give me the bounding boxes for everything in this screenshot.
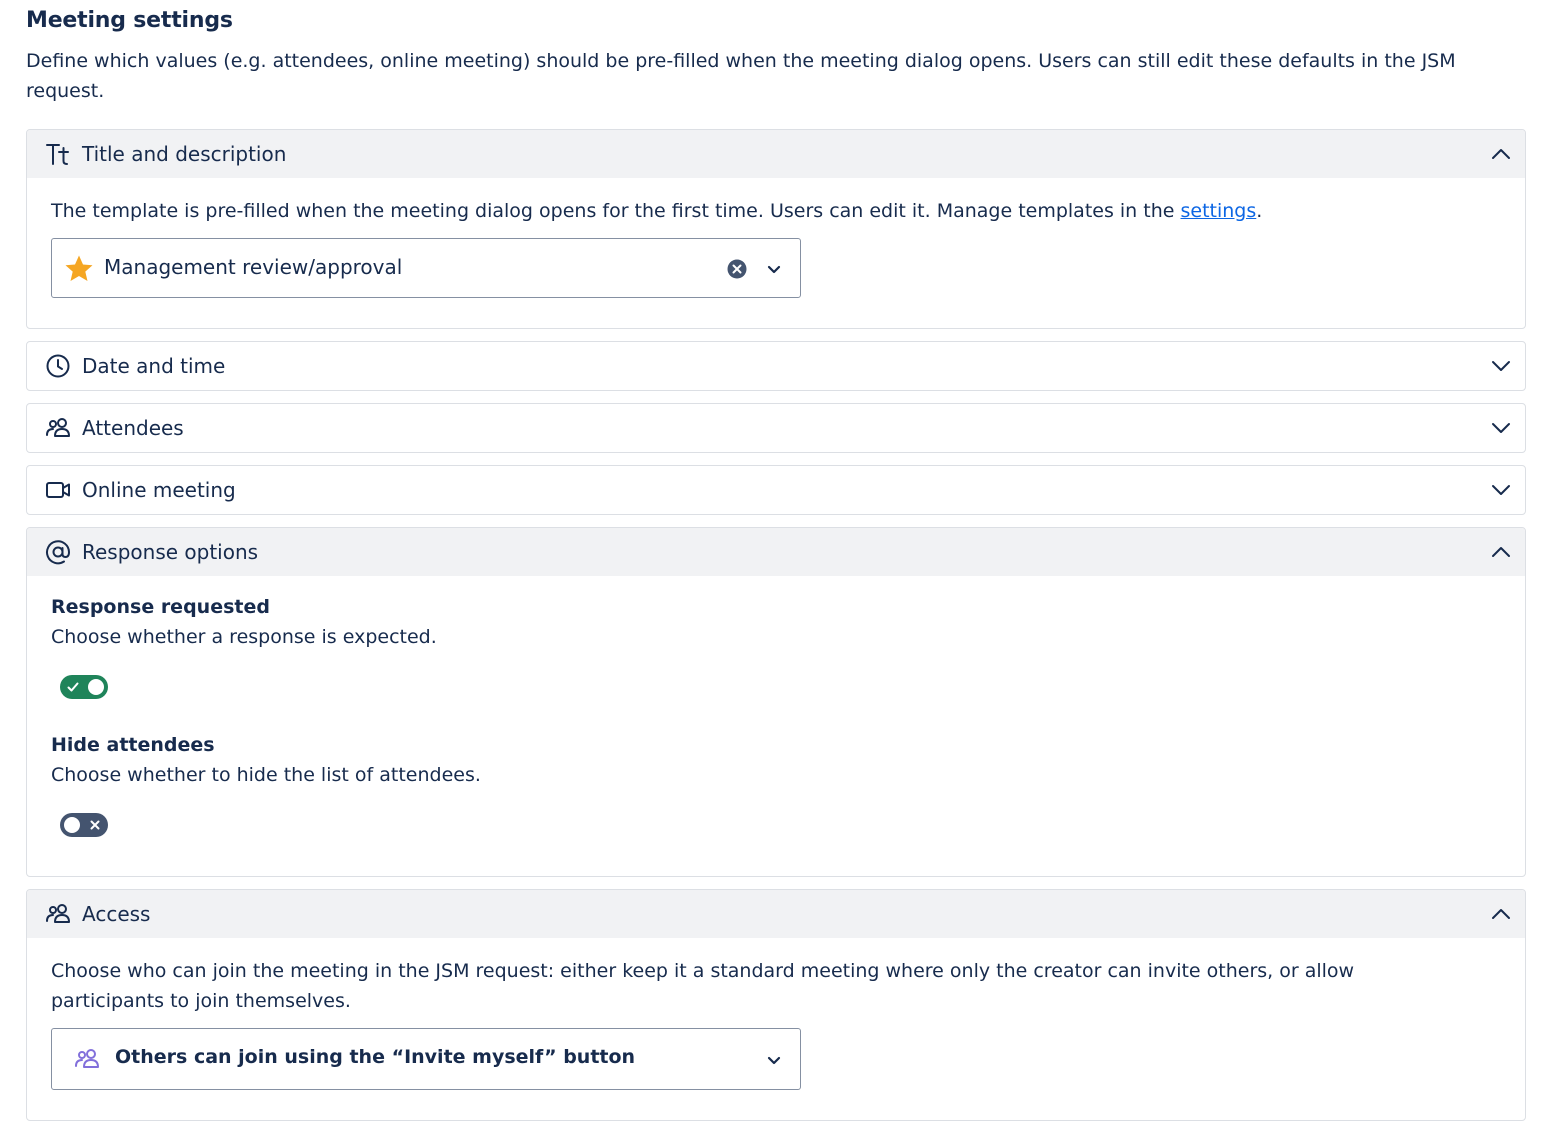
check-icon [67, 682, 79, 692]
chevron-up-icon[interactable] [1489, 142, 1513, 166]
template-description-text: The template is pre-filled when the meet… [51, 200, 1181, 222]
access-select[interactable]: Others can join using the “Invite myself… [51, 1028, 801, 1090]
section-header-online-meeting[interactable]: Online meeting [27, 466, 1525, 514]
chevron-down-icon[interactable] [1489, 478, 1513, 502]
section-attendees: Attendees [26, 403, 1526, 453]
clock-icon [45, 353, 71, 379]
template-select[interactable]: Management review/approval [51, 238, 801, 298]
section-label: Date and time [82, 354, 226, 378]
cross-icon [90, 820, 100, 830]
hide-attendees-title: Hide attendees [51, 734, 215, 756]
chevron-up-icon[interactable] [1489, 540, 1513, 564]
section-header-title-description[interactable]: Title and description [27, 130, 1525, 178]
section-label: Online meeting [82, 478, 236, 502]
star-icon [64, 254, 94, 284]
section-response-options: Response options Response requested Choo… [26, 527, 1526, 877]
hide-attendees-description: Choose whether to hide the list of atten… [51, 764, 481, 786]
access-select-value: Others can join using the “Invite myself… [115, 1046, 636, 1068]
clear-icon[interactable] [726, 258, 748, 280]
section-header-access[interactable]: Access [27, 890, 1525, 938]
at-sign-icon [45, 539, 71, 565]
hide-attendees-toggle[interactable] [60, 813, 108, 837]
section-date-time: Date and time [26, 341, 1526, 391]
response-requested-description: Choose whether a response is expected. [51, 626, 437, 648]
people-icon [74, 1046, 100, 1072]
chevron-down-icon[interactable] [763, 1049, 785, 1071]
page-description: Define which values (e.g. attendees, onl… [26, 50, 1456, 102]
toggle-knob [88, 679, 104, 695]
section-header-date-time[interactable]: Date and time [27, 342, 1525, 390]
text-format-icon [45, 141, 71, 167]
response-requested-title: Response requested [51, 596, 270, 618]
template-description: The template is pre-filled when the meet… [51, 196, 1511, 226]
people-icon [45, 901, 71, 927]
section-header-attendees[interactable]: Attendees [27, 404, 1525, 452]
template-select-value: Management review/approval [104, 255, 403, 279]
section-title-description: Title and description The template is pr… [26, 129, 1526, 329]
chevron-up-icon[interactable] [1489, 902, 1513, 926]
people-icon [45, 415, 71, 441]
section-label: Response options [82, 540, 259, 564]
section-online-meeting: Online meeting [26, 465, 1526, 515]
response-requested-toggle[interactable] [60, 675, 108, 699]
access-description: Choose who can join the meeting in the J… [51, 960, 1355, 1012]
page-title: Meeting settings [26, 8, 233, 33]
video-camera-icon [45, 477, 71, 503]
chevron-down-icon[interactable] [1489, 354, 1513, 378]
settings-link[interactable]: settings [1181, 200, 1257, 222]
toggle-knob [64, 817, 80, 833]
template-description-end: . [1256, 200, 1263, 222]
section-access: Access Choose who can join the meeting i… [26, 889, 1526, 1121]
section-label: Title and description [82, 142, 287, 166]
section-label: Attendees [82, 416, 184, 440]
section-header-response-options[interactable]: Response options [27, 528, 1525, 576]
section-label: Access [82, 902, 151, 926]
chevron-down-icon[interactable] [763, 258, 785, 280]
chevron-down-icon[interactable] [1489, 416, 1513, 440]
